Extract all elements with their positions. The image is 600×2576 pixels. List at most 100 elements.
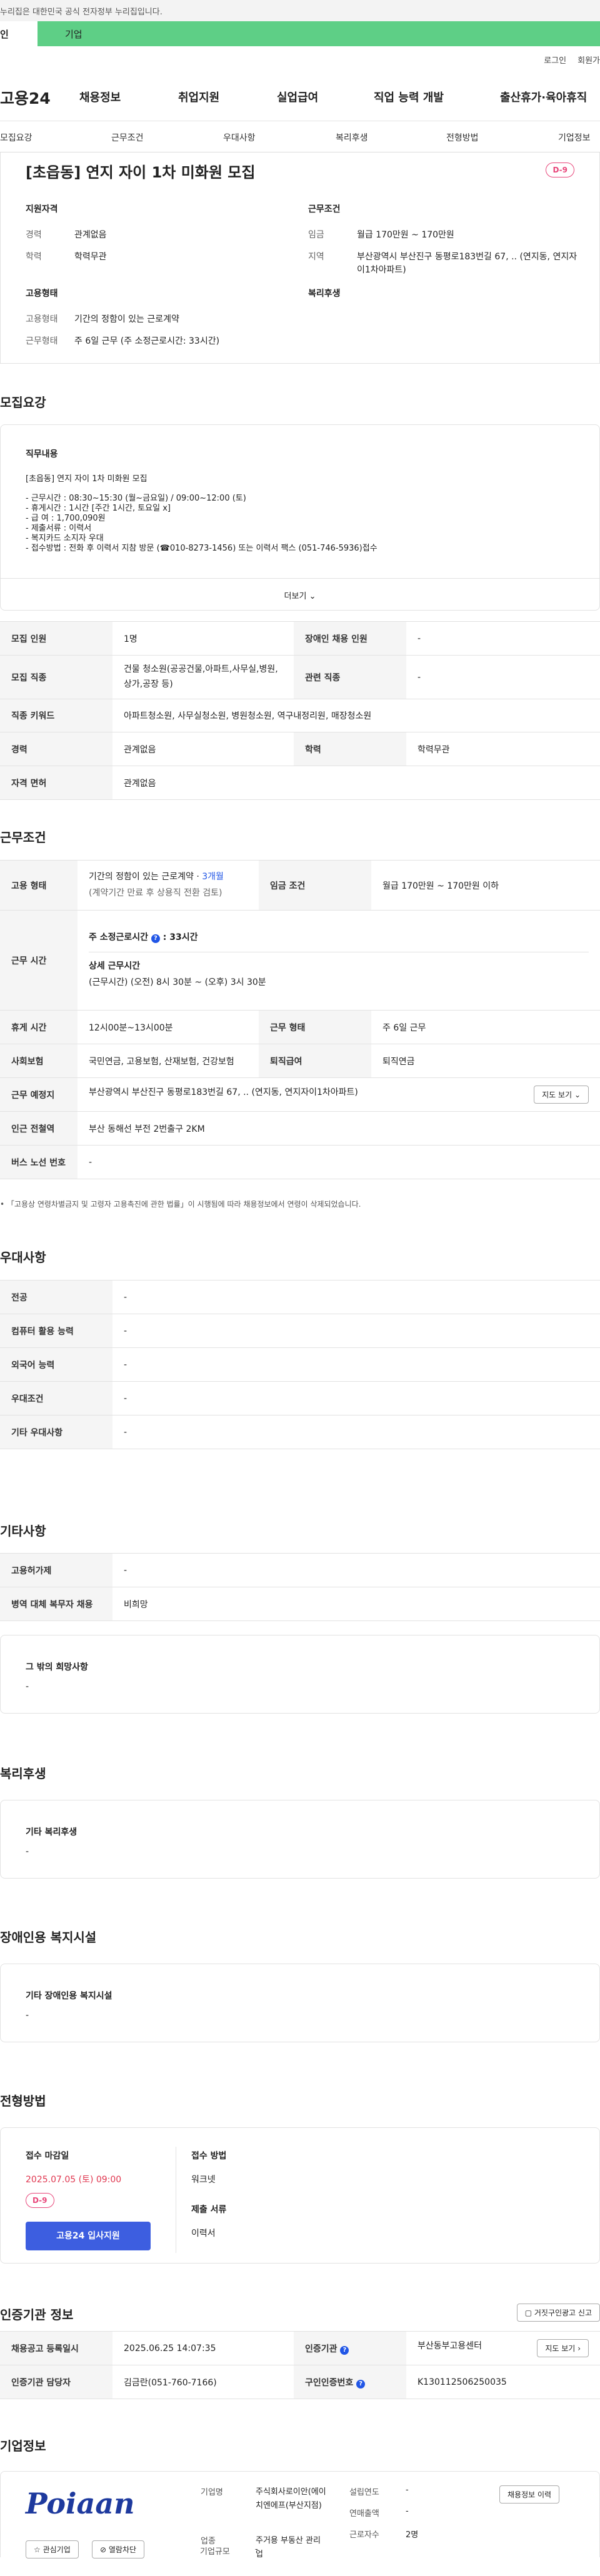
disabled-section-title: 장애인용 복지시설 [0, 1930, 97, 1945]
row-value: 주 소정근로시간 ? : 33시간 상세 근무시간 (근무시간) (오전) 8시… [78, 910, 600, 1011]
row-value: 2025.06.25 14:07:35 [112, 2331, 294, 2365]
deadline-value: 2025.07.05 (토) 09:00 [26, 2175, 122, 2185]
row-label: 인증기관 ? [294, 2331, 406, 2365]
row-value: - [112, 1553, 600, 1587]
row-value: - [112, 1381, 600, 1415]
row-value: - [78, 1145, 600, 1179]
qual-value: 관계없음 [74, 230, 107, 240]
etc-table: 고용허가제 - 병역 대체 복무자 채용 비희망 [0, 1553, 600, 1621]
industry-value: 주거용 부동산 관리업 [256, 2536, 321, 2560]
row-value: - [112, 1314, 600, 1348]
gov-banner: 누리집은 대한민국 공식 전자정부 누리집입니다. [0, 0, 600, 21]
disabled-box: 기타 장애인용 복지시설 - [0, 1964, 600, 2042]
block-company-button[interactable]: ⊘ 열람차단 [92, 2540, 145, 2559]
site-logo[interactable]: 고용24 [0, 86, 51, 109]
chevron-down-icon: ⌄ [574, 1091, 581, 1099]
tab-recruit[interactable]: 모집요강 [0, 131, 32, 144]
usertype-company-tab[interactable]: 기업 [38, 21, 600, 46]
more-button[interactable]: 더보기 ⌄ [1, 578, 599, 611]
more-label: 더보기 [284, 592, 307, 601]
usertype-personal-tab[interactable]: 인 [0, 21, 38, 46]
row-value: 부산동부고용센터 지도 보기 › [406, 2331, 600, 2365]
welfare-block: 복리후생 [308, 287, 579, 313]
job-summary-card: [초읍동] 연지 자이 1차 미화원 모집 D-9 지원자격 경력 관계없음 학력… [0, 152, 600, 364]
gnb-menu-unemployment[interactable]: 실업급여 [277, 89, 318, 105]
employment-block: 고용형태 고용형태 기간의 정함이 있는 근로계약 근무형태 주 6일 근무 (주 … [26, 287, 301, 357]
emp-value: 기간의 정함이 있는 근로계약 [74, 314, 179, 324]
block-label: 열람차단 [108, 2545, 137, 2554]
welfare-box-value: - [26, 1847, 29, 1857]
row-value: - [406, 621, 600, 656]
cond-label: 임금 [308, 230, 324, 240]
row-label: 학력 [294, 732, 406, 766]
employee-count-value: 2명 [406, 2530, 419, 2540]
info-icon[interactable]: ? [151, 934, 160, 944]
docs-value: 이력서 [191, 2229, 216, 2239]
favorite-company-button[interactable]: ☆ 관심기업 [26, 2540, 79, 2559]
emptype-note: (계약기간 만료 후 상용직 전환 검토) [89, 887, 222, 898]
row-label: 외국어 능력 [0, 1347, 112, 1382]
row-value: - [112, 1415, 600, 1449]
row-value: 기간의 정함이 있는 근로계약 · 3개월 (계약기간 만료 후 상용직 전환 … [78, 860, 259, 911]
row-label: 장애인 채용 인원 [294, 621, 406, 656]
row-label: 근무 시간 [0, 910, 78, 1011]
map-button[interactable]: 지도 보기 ⌄ [534, 1086, 589, 1104]
company-size-value: - [255, 2545, 258, 2554]
sales-value: - [406, 2507, 409, 2516]
emp-value: 주 6일 근무 (주 소정근로시간: 33시간) [74, 336, 220, 346]
row-value: 12시00분~13시00분 [78, 1010, 259, 1044]
emptype-months: 3개월 [202, 872, 224, 882]
other-wish-box: 그 밖의 희망사항 - [0, 1635, 600, 1714]
tab-welfare[interactable]: 복리후생 [336, 131, 368, 144]
job-description-title: 직무내용 [26, 449, 58, 459]
map-button-label: 지도 보기 [545, 2344, 576, 2353]
tab-preferences[interactable]: 우대사항 [223, 131, 256, 144]
tab-work-conditions[interactable]: 근무조건 [111, 131, 144, 144]
tab-process[interactable]: 전형방법 [446, 131, 479, 144]
row-value: 국민연금, 고용보험, 산재보험, 건강보험 [78, 1044, 259, 1078]
job-line: - 휴게시간 : 1시간 [주간 1시간, 토요일 x] [26, 504, 171, 513]
global-nav: 고용24 채용정보 취업지원 실업급여 직업 능력 개발 출산휴가·육아휴직 [0, 70, 600, 121]
apply-button[interactable]: 고용24 입사지원 [26, 2222, 151, 2250]
login-link[interactable]: 로그인 [544, 54, 566, 70]
established-value: - [406, 2485, 409, 2495]
qualification-title: 지원자격 [26, 204, 58, 214]
chevron-down-icon: ⌄ [309, 592, 316, 601]
job-description-box: 직무내용 [초읍동] 연지 자이 1차 미화원 모집 - 근무시간 : 08:3… [0, 424, 600, 611]
job-line: - 접수방법 : 전화 후 이력서 지참 방문 (☎010-8273-1456)… [26, 544, 378, 553]
other-wish-title: 그 밖의 희망사항 [26, 1662, 88, 1672]
hours-detail-title: 상세 근무시간 [89, 961, 141, 972]
gov-banner-text: 누리집은 대한민국 공식 전자정부 누리집입니다. [0, 7, 162, 17]
age-note-text: 「고용상 연령차별금지 및 고령자 고용촉진에 관한 법률」이 시행됨에 따라 … [6, 1200, 361, 1209]
row-value: - [112, 1347, 600, 1382]
docs-title: 제출 서류 [191, 2205, 227, 2215]
info-icon[interactable]: ? [340, 2345, 349, 2355]
row-value: 퇴직연금 [371, 1044, 600, 1078]
established-label: 설립연도 [349, 2488, 379, 2497]
gnb-menu-jobs[interactable]: 채용정보 [79, 89, 121, 105]
signup-link[interactable]: 회원가 [578, 54, 600, 70]
row-label: 채용공고 등록일시 [0, 2331, 112, 2365]
welfare-title: 복리후생 [308, 289, 341, 299]
agency-map-button[interactable]: 지도 보기 › [537, 2339, 589, 2357]
row-value: 관계없음 [112, 766, 600, 800]
report-button[interactable]: ▢ 거짓구인광고 신고 [516, 2304, 600, 2322]
qual-label: 학력 [26, 252, 42, 262]
gnb-menu-employment-support[interactable]: 취업지원 [178, 89, 219, 105]
row-value: 김금란(051-760-7166) [112, 2365, 294, 2399]
method-value: 워크넷 [191, 2175, 216, 2185]
welfare-section-title: 복리후생 [0, 1766, 46, 1781]
tab-company[interactable]: 기업정보 [558, 131, 591, 144]
gnb-menu-leave[interactable]: 출산휴가·육아휴직 [500, 89, 587, 105]
gnb-menu-training[interactable]: 직업 능력 개발 [374, 89, 444, 105]
row-value: - [406, 655, 600, 699]
job-history-button[interactable]: 채용정보 이력 [499, 2485, 560, 2504]
welfare-box-title: 기타 복리후생 [26, 1827, 78, 1837]
row-label: 퇴직급여 [259, 1044, 371, 1078]
row-label: 휴게 시간 [0, 1010, 78, 1044]
row-label: 근무 형태 [259, 1010, 371, 1044]
info-icon[interactable]: ? [356, 2379, 366, 2389]
org-value: 부산동부고용센터 [418, 2341, 482, 2351]
row-value: 1명 [112, 621, 294, 656]
deadline-title: 접수 마감일 [26, 2151, 69, 2161]
